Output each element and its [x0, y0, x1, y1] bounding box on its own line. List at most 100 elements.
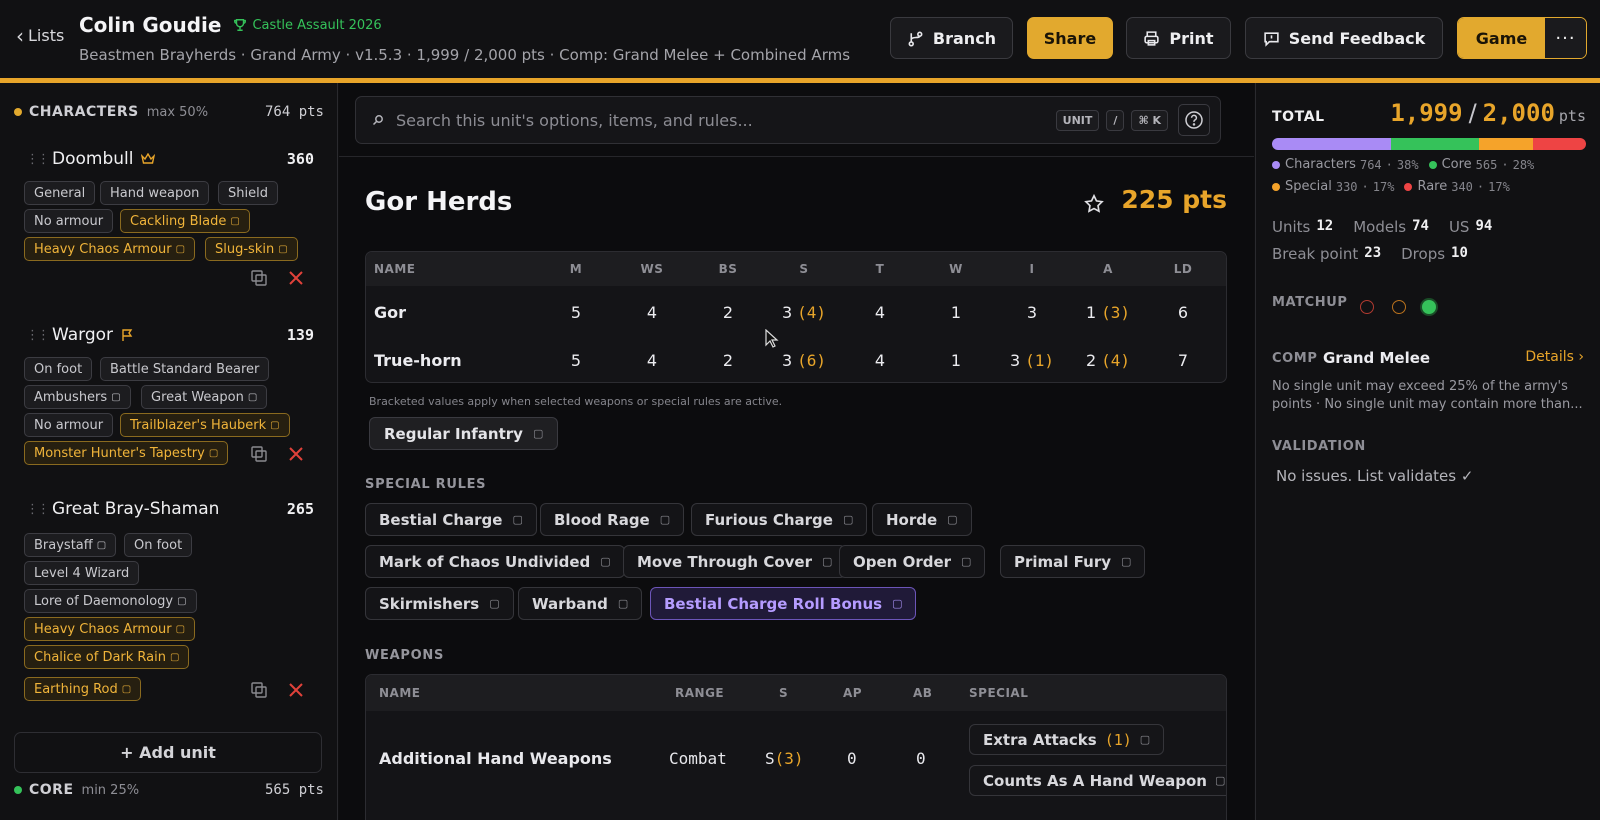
book-icon: ▢ [247, 391, 258, 403]
unit-row-doombull[interactable]: ⋮⋮ Doombull 360 [26, 147, 314, 171]
game-button-group: Game ··· [1457, 17, 1587, 59]
header-cell: AB [913, 686, 933, 700]
unit-row-great-bray-shaman[interactable]: ⋮⋮ Great Bray-Shaman 265 [26, 497, 314, 521]
legend-pts: 565 [1475, 157, 1498, 172]
option-chip[interactable]: Shield [218, 181, 278, 205]
unit-name-row: Wargor [52, 325, 133, 345]
validation-status: No issues. List validates ✓ [1276, 467, 1474, 485]
special-rule-chip[interactable]: Horde ▢ [872, 503, 972, 536]
share-label: Share [1043, 28, 1097, 48]
special-rule-chip[interactable]: Warband ▢ [518, 587, 643, 620]
comp-details-link[interactable]: Details › [1525, 349, 1584, 365]
header-cell: A [1103, 262, 1113, 276]
delete-icon[interactable] [287, 445, 305, 463]
bar-segment-characters [1272, 138, 1392, 150]
chip-label: General [34, 185, 86, 201]
magic-item-chip[interactable]: Monster Hunter's Tapestry ▢ [24, 441, 229, 465]
weapon-special-chip[interactable]: Extra Attacks (1) ▢ [969, 724, 1165, 755]
section-pts: 565 pts [264, 782, 324, 798]
option-chip[interactable]: On foot [124, 533, 193, 557]
game-button[interactable]: Game [1458, 18, 1545, 58]
send-feedback-button[interactable]: Send Feedback [1245, 17, 1443, 59]
add-unit-label: + Add unit [120, 743, 216, 762]
book-icon: ▢ [111, 391, 121, 403]
option-chip[interactable]: General [24, 181, 96, 205]
magic-item-chip[interactable]: Earthing Rod ▢ [24, 677, 142, 701]
magic-item-chip[interactable]: Cackling Blade ▢ [120, 209, 250, 233]
chip-label: Cackling Blade [130, 213, 227, 229]
duplicate-icon[interactable] [250, 269, 268, 287]
stat-modifier: (3) [774, 749, 804, 768]
stat-value: 3 [1009, 350, 1021, 370]
drag-handle-icon[interactable]: ⋮⋮ [26, 152, 52, 167]
book-icon: ▢ [1139, 733, 1151, 746]
more-menu-button[interactable]: ··· [1545, 18, 1586, 58]
star-favorite-icon[interactable] [1083, 193, 1105, 215]
list-title: Colin Goudie [79, 13, 222, 37]
rule-label: Warband [532, 594, 608, 613]
duplicate-icon[interactable] [250, 445, 268, 463]
unit-detail-panel: UNIT / ⌘ K Gor Herds 225 pts NAME M WS B… [339, 83, 1254, 820]
special-rule-chip[interactable]: Skirmishers ▢ [365, 587, 514, 620]
option-chip[interactable]: Hand weapon [100, 181, 210, 205]
unit-row-wargor[interactable]: ⋮⋮ Wargor 139 [26, 323, 314, 347]
search-box[interactable]: UNIT / ⌘ K [355, 96, 1221, 144]
special-rule-chip[interactable]: Furious Charge ▢ [691, 503, 868, 536]
back-to-lists-link[interactable]: ‹ Lists [16, 26, 64, 46]
magic-item-chip[interactable]: Heavy Chaos Armour ▢ [24, 237, 196, 261]
option-chip[interactable]: Battle Standard Bearer [100, 357, 270, 381]
drag-handle-icon[interactable]: ⋮⋮ [26, 328, 52, 343]
characters-dot [14, 108, 22, 116]
chip-label: Battle Standard Bearer [110, 361, 260, 377]
book-icon: ▢ [532, 427, 544, 440]
matchup-good-dot[interactable] [1422, 300, 1436, 314]
search-input[interactable] [396, 110, 1049, 130]
special-rule-chip[interactable]: Open Order ▢ [839, 545, 986, 578]
book-icon: ▢ [842, 513, 854, 526]
duplicate-icon[interactable] [250, 681, 268, 699]
delete-icon[interactable] [287, 681, 305, 699]
magic-item-chip[interactable]: Heavy Chaos Armour ▢ [24, 617, 196, 641]
add-unit-button[interactable]: + Add unit [14, 732, 322, 773]
special-rules-heading: SPECIAL RULES [365, 477, 487, 492]
model-name: Gor [374, 302, 407, 322]
option-chip[interactable]: Braystaff ▢ [24, 533, 117, 557]
event-badge[interactable]: Castle Assault 2026 [233, 18, 382, 33]
stat-t: 4 [874, 350, 886, 370]
share-button[interactable]: Share [1027, 17, 1113, 59]
option-chip[interactable]: No armour [24, 413, 114, 437]
drag-handle-icon[interactable]: ⋮⋮ [26, 502, 52, 517]
branch-button[interactable]: Branch [890, 17, 1013, 59]
special-rule-chip[interactable]: Move Through Cover ▢ [623, 545, 847, 578]
magic-item-chip[interactable]: Chalice of Dark Rain ▢ [24, 645, 190, 669]
help-button[interactable] [1178, 104, 1210, 136]
option-chip[interactable]: Ambushers ▢ [24, 385, 131, 409]
magic-item-chip[interactable]: Trailblazer's Hauberk ▢ [120, 413, 290, 437]
matchup-even-dot[interactable] [1392, 300, 1406, 314]
option-chip[interactable]: Lore of Daemonology ▢ [24, 589, 197, 613]
section-limit: min 25% [81, 782, 140, 798]
option-chip[interactable]: Great Weapon ▢ [141, 385, 268, 409]
option-chip[interactable]: On foot [24, 357, 93, 381]
special-rule-chip[interactable]: Mark of Chaos Undivided ▢ [365, 545, 625, 578]
special-rule-chip[interactable]: Blood Rage ▢ [540, 503, 685, 536]
weapon-special-chip[interactable]: Counts As A Hand Weapon ▢ [969, 765, 1226, 796]
us-count: 94 [1475, 218, 1493, 234]
scope-unit-badge[interactable]: UNIT [1055, 109, 1100, 131]
print-button[interactable]: Print [1126, 17, 1231, 59]
legend-row: Special 330 · 17% Rare 340 · 17% [1272, 179, 1510, 194]
delete-icon[interactable] [287, 269, 305, 287]
matchup-bad-dot[interactable] [1360, 300, 1374, 314]
core-section-header[interactable]: CORE min 25% 565 pts [14, 779, 324, 801]
special-rule-chip[interactable]: Bestial Charge ▢ [365, 503, 537, 536]
branch-label: Branch [932, 28, 997, 48]
option-chip[interactable]: Level 4 Wizard [24, 561, 140, 585]
header-cell: SPECIAL [969, 686, 1029, 700]
unit-pts: 139 [286, 326, 314, 344]
special-rule-chip-active[interactable]: Bestial Charge Roll Bonus ▢ [650, 587, 917, 620]
option-chip[interactable]: No armour [24, 209, 114, 233]
characters-section-header[interactable]: CHARACTERS max 50% 764 pts [14, 101, 324, 123]
special-rule-chip[interactable]: Primal Fury ▢ [1000, 545, 1146, 578]
troop-type-chip[interactable]: Regular Infantry ▢ [369, 417, 559, 450]
magic-item-chip[interactable]: Slug-skin ▢ [205, 237, 298, 261]
